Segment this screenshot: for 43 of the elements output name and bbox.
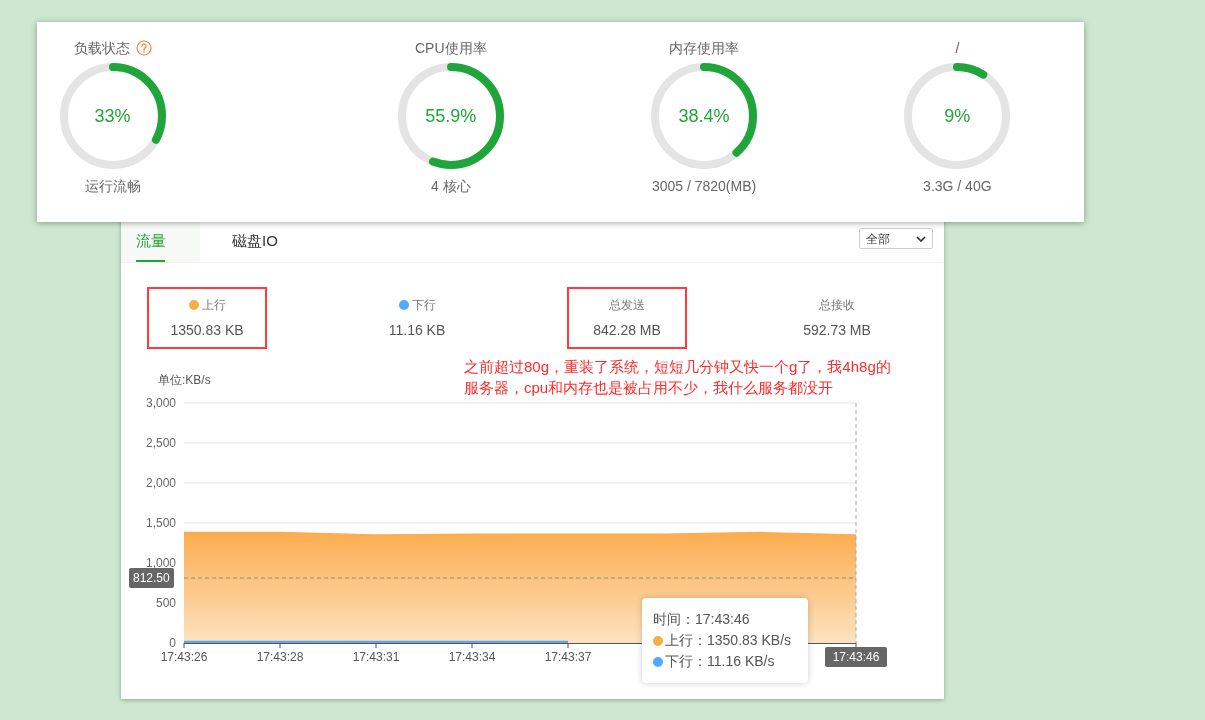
axis-label: 17:43:31 <box>352 650 400 664</box>
gauge-caption: 3005 / 7820(MB) <box>651 177 757 196</box>
range-select[interactable]: 全部 <box>859 228 933 249</box>
stat-label: 下行 <box>411 296 436 314</box>
stat-label: 上行 <box>201 296 226 314</box>
axis-label: 3,000 <box>145 396 176 410</box>
tooltip-row-text: 下行：11.16 KB/s <box>665 652 775 671</box>
axis-pointer-label: 812.50 <box>129 568 174 588</box>
gauge-title: CPU使用率 <box>415 38 487 58</box>
gauge-title: / <box>955 38 960 58</box>
stat-value: 592.73 MB <box>803 320 871 340</box>
caret-icon <box>916 234 926 243</box>
axis-label: 17:43:37 <box>544 650 592 664</box>
stat-label: 总接收 <box>819 296 855 314</box>
stat-value: 11.16 KB <box>388 320 446 340</box>
gauge-value: 33% <box>94 104 131 128</box>
gauge-caption: 3.3G / 40G <box>923 177 992 196</box>
stat-label: 总发送 <box>609 296 645 314</box>
stat-value: 842.28 MB <box>593 320 661 340</box>
gauge-value: 38.4% <box>678 104 730 128</box>
axis-pointer-label: 17:43:46 <box>832 650 880 664</box>
axis-label: 2,000 <box>145 476 176 490</box>
axis-label: 500 <box>155 596 176 610</box>
tooltip-row-text: 上行：1350.83 KB/s <box>665 631 792 650</box>
axis-label: 17:43:26 <box>160 650 208 664</box>
gauge-title: 负载状态 <box>73 38 130 58</box>
tooltip-time: 时间：17:43:46 <box>653 610 751 629</box>
axis-label: 17:43:34 <box>448 650 496 664</box>
gauge-caption: 运行流畅 <box>84 177 141 196</box>
stat-value: 1350.83 KB <box>170 320 244 340</box>
help-icon[interactable] <box>135 40 152 56</box>
axis-label: 1,500 <box>145 516 176 530</box>
tab[interactable]: 磁盘IO <box>200 221 310 262</box>
axis-label: 17:43:28 <box>256 650 304 664</box>
gauge-caption: 4 核心 <box>430 177 471 196</box>
axis-label: 0 <box>169 636 176 650</box>
unit-label: 单位:KB/s <box>158 373 211 387</box>
gauge-title: 内存使用率 <box>669 38 740 58</box>
gauge-value: 9% <box>944 104 971 128</box>
annotation-note: 之前超过80g，重装了系统，短短几分钟又快一个g了，我4h8g的服务器，cpu和内存也是被占用不少，我什么服务都没开 <box>464 357 892 398</box>
axis-label: 2,500 <box>145 436 176 450</box>
axis-label: 1,000 <box>145 556 176 570</box>
gauge-value: 55.9% <box>425 104 477 128</box>
